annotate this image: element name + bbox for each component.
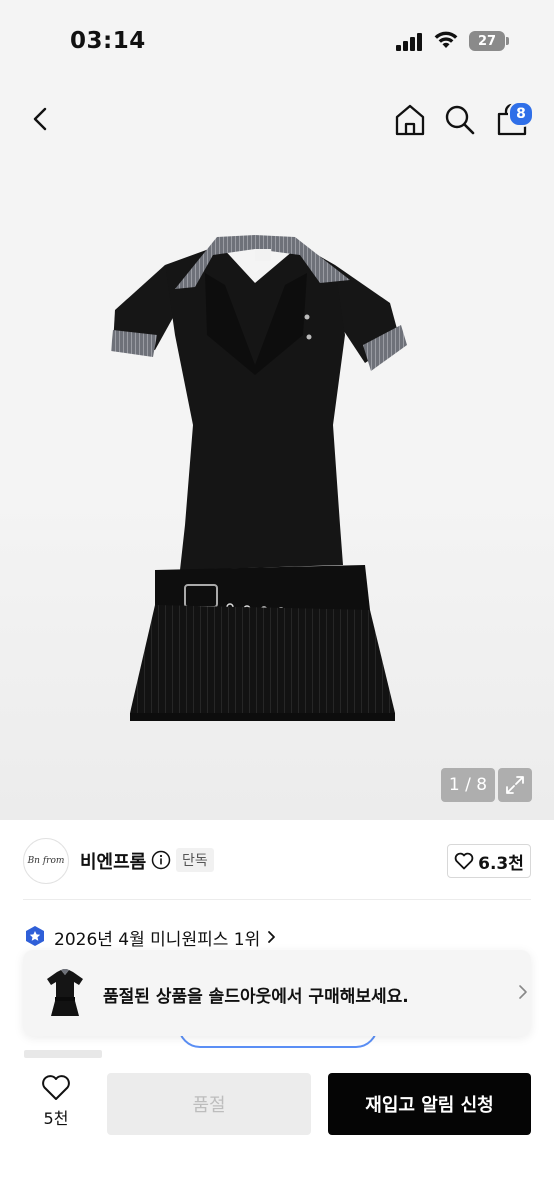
wifi-icon (434, 31, 458, 48)
brand-name[interactable]: 비엔프롬 (80, 848, 146, 874)
cellular-signal-icon (396, 33, 422, 51)
bottom-action-bar: 5천 품절 재입고 알림 신청 (0, 1058, 554, 1200)
partially-hidden-content (24, 1050, 102, 1058)
product-thumbnail (47, 969, 83, 1016)
ranking-link[interactable]: 2026년 4월 미니원피스 1위 (24, 924, 276, 950)
brand-row: Bn from 비엔프롬 단독 6.3천 (0, 830, 554, 890)
brand-like-count: 6.3천 (478, 853, 524, 874)
soldout-button: 품절 (107, 1073, 311, 1135)
cart-count-badge: 8 (508, 101, 534, 127)
heart-icon (42, 1075, 70, 1100)
home-icon[interactable] (392, 102, 428, 138)
expand-icon (506, 776, 524, 794)
restock-notify-button[interactable]: 재입고 알림 신청 (328, 1073, 531, 1135)
ranking-badge-icon (26, 926, 44, 946)
expand-button[interactable] (498, 768, 532, 802)
ranking-text: 2026년 4월 미니원피스 1위 (54, 929, 261, 950)
chevron-right-icon (268, 931, 276, 943)
battery-indicator: 27 (469, 31, 505, 51)
heart-icon (454, 852, 474, 870)
back-icon[interactable] (24, 102, 58, 136)
product-image (111, 235, 407, 721)
status-bar: 03:14 27 (0, 0, 554, 80)
brand-logo[interactable]: Bn from (23, 838, 69, 884)
status-time: 03:14 (70, 28, 146, 54)
image-counter: 1 / 8 (441, 768, 495, 802)
exclusive-badge: 단독 (176, 848, 214, 872)
chevron-right-icon (519, 985, 527, 999)
product-image-gallery[interactable]: 03:14 27 8 1 / 8 (0, 0, 554, 820)
brand-like-button[interactable]: 6.3천 (447, 844, 531, 878)
info-icon[interactable] (151, 850, 171, 870)
divider (23, 899, 531, 900)
wishlist-button[interactable]: 5천 (30, 1074, 82, 1136)
battery-tip (506, 37, 509, 45)
product-detail-screen: 03:14 27 8 1 / 8 Bn from 비엔프롬 단독 6.3천 20… (0, 0, 554, 1200)
soldout-toast[interactable]: 품절된 상품을 솔드아웃에서 구매해보세요. (23, 950, 531, 1036)
toast-message: 품절된 상품을 솔드아웃에서 구매해보세요. (103, 987, 409, 1007)
search-icon[interactable] (442, 102, 478, 138)
wishlist-count: 5천 (43, 1109, 69, 1128)
